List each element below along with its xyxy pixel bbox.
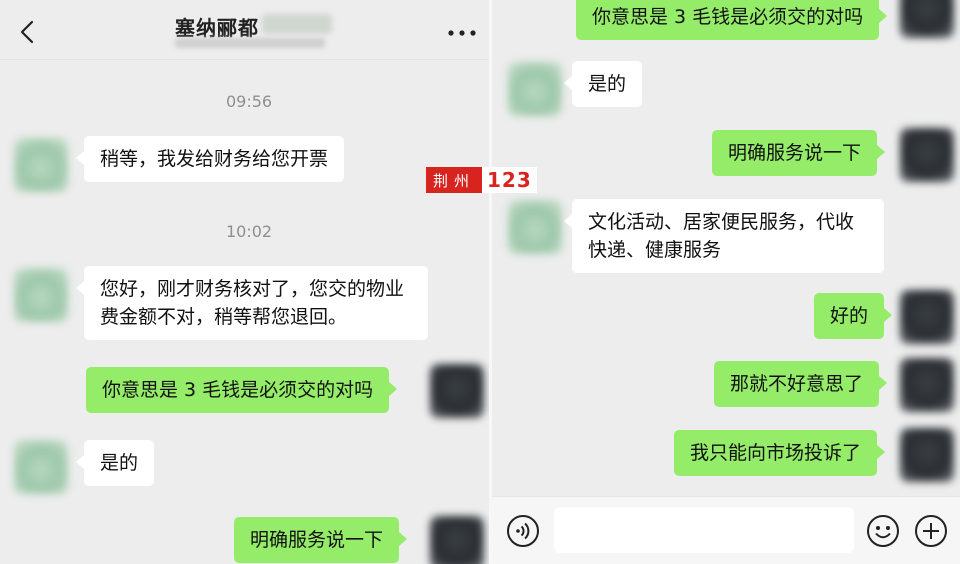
contact-avatar[interactable]	[14, 138, 68, 192]
title-redacted-blur	[262, 14, 332, 34]
contact-avatar[interactable]	[14, 268, 68, 322]
timestamp: 10:02	[226, 222, 273, 241]
contact-avatar[interactable]	[508, 62, 562, 116]
user-avatar[interactable]	[900, 0, 954, 38]
incoming-message: 稍等，我发给财务给您开票	[75, 136, 345, 182]
contact-avatar[interactable]	[508, 200, 562, 254]
incoming-message: 您好，刚才财务核对了，您交的物业费金额不对，稍等帮您退回。	[76, 266, 428, 340]
outgoing-message: 你意思是 3 毛钱是必须交的对吗	[576, 0, 888, 40]
outgoing-message: 那就不好意思了	[714, 361, 888, 407]
chat-title: 塞纳郦都	[175, 16, 259, 40]
emoji-icon[interactable]	[866, 514, 900, 548]
outgoing-message: 你意思是 3 毛钱是必须交的对吗	[86, 367, 398, 413]
incoming-message: 是的	[563, 61, 643, 107]
outgoing-message: 明确服务说一下	[712, 130, 886, 176]
user-avatar[interactable]	[900, 358, 954, 412]
back-icon[interactable]	[18, 20, 38, 44]
incoming-message: 是的	[75, 440, 155, 486]
chat-header: 塞纳郦都	[0, 0, 490, 60]
timestamp: 09:56	[226, 92, 273, 111]
watermark-seal: 荆州	[426, 167, 482, 193]
left-chat-pane: 塞纳郦都 09:56 稍等，我发给财务给您开票 10:02 您好，刚才财务核对了…	[0, 0, 490, 564]
user-avatar[interactable]	[430, 516, 484, 564]
user-avatar[interactable]	[900, 128, 954, 182]
more-icon[interactable]	[448, 30, 476, 36]
user-avatar[interactable]	[430, 364, 484, 418]
watermark-number: 123	[482, 167, 537, 193]
outgoing-message: 好的	[814, 293, 893, 339]
message-text-input[interactable]	[554, 507, 854, 553]
right-chat-pane: 你意思是 3 毛钱是必须交的对吗 是的 明确服务说一下 文化活动、居家便民服务，…	[492, 0, 960, 564]
outgoing-message: 明确服务说一下	[234, 517, 408, 563]
incoming-message: 文化活动、居家便民服务，代收快递、健康服务	[564, 199, 884, 273]
user-avatar[interactable]	[900, 428, 954, 482]
watermark-logo: 荆州 123	[426, 167, 537, 193]
subtitle-redacted-blur	[175, 38, 325, 48]
outgoing-message: 我只能向市场投诉了	[674, 430, 886, 476]
plus-icon[interactable]	[914, 514, 948, 548]
user-avatar[interactable]	[900, 290, 954, 344]
voice-icon[interactable]	[506, 514, 540, 548]
message-input-bar	[492, 496, 960, 564]
contact-avatar[interactable]	[14, 440, 68, 494]
